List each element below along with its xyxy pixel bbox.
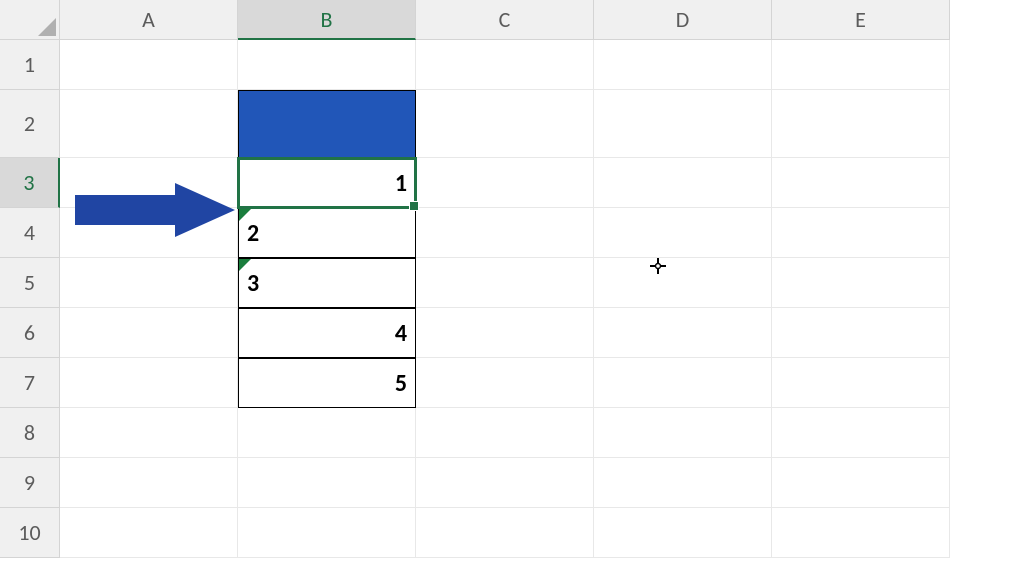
row-header-3[interactable]: 3 bbox=[0, 158, 60, 208]
cell-a9[interactable] bbox=[60, 458, 238, 508]
cell-c5[interactable] bbox=[416, 258, 594, 308]
row-header-2[interactable]: 2 bbox=[0, 90, 60, 158]
cell-c3[interactable] bbox=[416, 158, 594, 208]
cell-e10[interactable] bbox=[772, 508, 950, 558]
cell-d5[interactable] bbox=[594, 258, 772, 308]
cell-b7[interactable]: 5 bbox=[238, 358, 416, 408]
cell-c4[interactable] bbox=[416, 208, 594, 258]
cell-b3[interactable]: 1 bbox=[238, 158, 416, 208]
cell-d10[interactable] bbox=[594, 508, 772, 558]
col-header-c[interactable]: C bbox=[416, 0, 594, 40]
cell-c8[interactable] bbox=[416, 408, 594, 458]
cell-a7[interactable] bbox=[60, 358, 238, 408]
cell-c7[interactable] bbox=[416, 358, 594, 408]
row-header-7[interactable]: 7 bbox=[0, 358, 60, 408]
cell-d2[interactable] bbox=[594, 90, 772, 158]
row-header-1[interactable]: 1 bbox=[0, 40, 60, 90]
col-header-b[interactable]: B bbox=[238, 0, 416, 40]
cell-d1[interactable] bbox=[594, 40, 772, 90]
cell-e6[interactable] bbox=[772, 308, 950, 358]
cell-b2[interactable] bbox=[238, 90, 416, 158]
cell-a6[interactable] bbox=[60, 308, 238, 358]
cell-a8[interactable] bbox=[60, 408, 238, 458]
cell-d8[interactable] bbox=[594, 408, 772, 458]
cell-e1[interactable] bbox=[772, 40, 950, 90]
cell-b9[interactable] bbox=[238, 458, 416, 508]
cell-d7[interactable] bbox=[594, 358, 772, 408]
row-header-8[interactable]: 8 bbox=[0, 408, 60, 458]
arrow-annotation-icon bbox=[75, 183, 235, 242]
cell-d3[interactable] bbox=[594, 158, 772, 208]
cell-d6[interactable] bbox=[594, 308, 772, 358]
spreadsheet-grid: A B C D E 1 2 3 1 4 2 5 3 6 4 7 5 8 bbox=[0, 0, 950, 558]
row-header-10[interactable]: 10 bbox=[0, 508, 60, 558]
cell-a2[interactable] bbox=[60, 90, 238, 158]
cell-e7[interactable] bbox=[772, 358, 950, 408]
cell-a5[interactable] bbox=[60, 258, 238, 308]
cell-cursor-icon bbox=[650, 258, 666, 278]
cell-a1[interactable] bbox=[60, 40, 238, 90]
cell-b10[interactable] bbox=[238, 508, 416, 558]
cell-c10[interactable] bbox=[416, 508, 594, 558]
row-header-6[interactable]: 6 bbox=[0, 308, 60, 358]
cell-b1[interactable] bbox=[238, 40, 416, 90]
col-header-d[interactable]: D bbox=[594, 0, 772, 40]
cell-b8[interactable] bbox=[238, 408, 416, 458]
cell-b6[interactable]: 4 bbox=[238, 308, 416, 358]
cell-e5[interactable] bbox=[772, 258, 950, 308]
col-header-e[interactable]: E bbox=[772, 0, 950, 40]
cell-c1[interactable] bbox=[416, 40, 594, 90]
cell-b5[interactable]: 3 bbox=[238, 258, 416, 308]
cell-e2[interactable] bbox=[772, 90, 950, 158]
cell-e8[interactable] bbox=[772, 408, 950, 458]
select-all-corner[interactable] bbox=[0, 0, 60, 40]
cell-e3[interactable] bbox=[772, 158, 950, 208]
cell-c6[interactable] bbox=[416, 308, 594, 358]
cell-c2[interactable] bbox=[416, 90, 594, 158]
cell-b4[interactable]: 2 bbox=[238, 208, 416, 258]
cell-a10[interactable] bbox=[60, 508, 238, 558]
cell-c9[interactable] bbox=[416, 458, 594, 508]
cell-d9[interactable] bbox=[594, 458, 772, 508]
cell-e4[interactable] bbox=[772, 208, 950, 258]
row-header-4[interactable]: 4 bbox=[0, 208, 60, 258]
cell-d4[interactable] bbox=[594, 208, 772, 258]
col-header-a[interactable]: A bbox=[60, 0, 238, 40]
row-header-9[interactable]: 9 bbox=[0, 458, 60, 508]
row-header-5[interactable]: 5 bbox=[0, 258, 60, 308]
cell-e9[interactable] bbox=[772, 458, 950, 508]
